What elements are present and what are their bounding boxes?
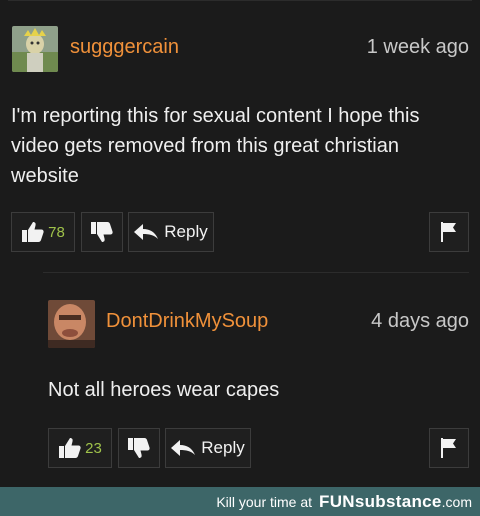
avatar[interactable] [48,300,95,348]
like-count: 78 [48,223,65,241]
like-button[interactable]: 78 [11,212,75,252]
flag-button[interactable] [429,212,469,252]
footer-brand: FUNsubstance [319,491,442,511]
dislike-button[interactable] [118,428,160,468]
like-count: 23 [85,439,102,457]
flag-button[interactable] [429,428,469,468]
comment-divider [43,272,469,273]
flag-icon [440,437,458,459]
flag-icon [440,221,458,243]
dislike-button[interactable] [81,212,123,252]
timestamp: 1 week ago [366,36,469,58]
top-divider [8,0,472,1]
username[interactable]: DontDrinkMySoup [106,310,268,333]
reply-label: Reply [201,438,245,457]
username[interactable]: sugggercain [70,36,179,59]
comment-text: Not all heroes wear capes [48,379,280,401]
avatar[interactable] [12,26,58,72]
reply-label: Reply [164,222,208,241]
thumbs-down-icon [127,437,151,459]
footer-brand-tld: .com [441,493,472,510]
like-button[interactable]: 23 [48,428,112,468]
reply-arrow-icon [171,440,196,456]
thumbs-down-icon [90,221,114,243]
site-footer-banner: Kill your time at FUNsubstance .com [0,487,480,516]
footer-text: Kill your time at [216,493,313,510]
timestamp: 4 days ago [371,310,469,332]
reply-arrow-icon [134,224,159,240]
thumbs-up-icon [21,221,45,243]
comment-text: I'm reporting this for sexual content I … [11,105,420,187]
thumbs-up-icon [58,437,82,459]
reply-button[interactable]: Reply [165,428,251,468]
reply-button[interactable]: Reply [128,212,214,252]
